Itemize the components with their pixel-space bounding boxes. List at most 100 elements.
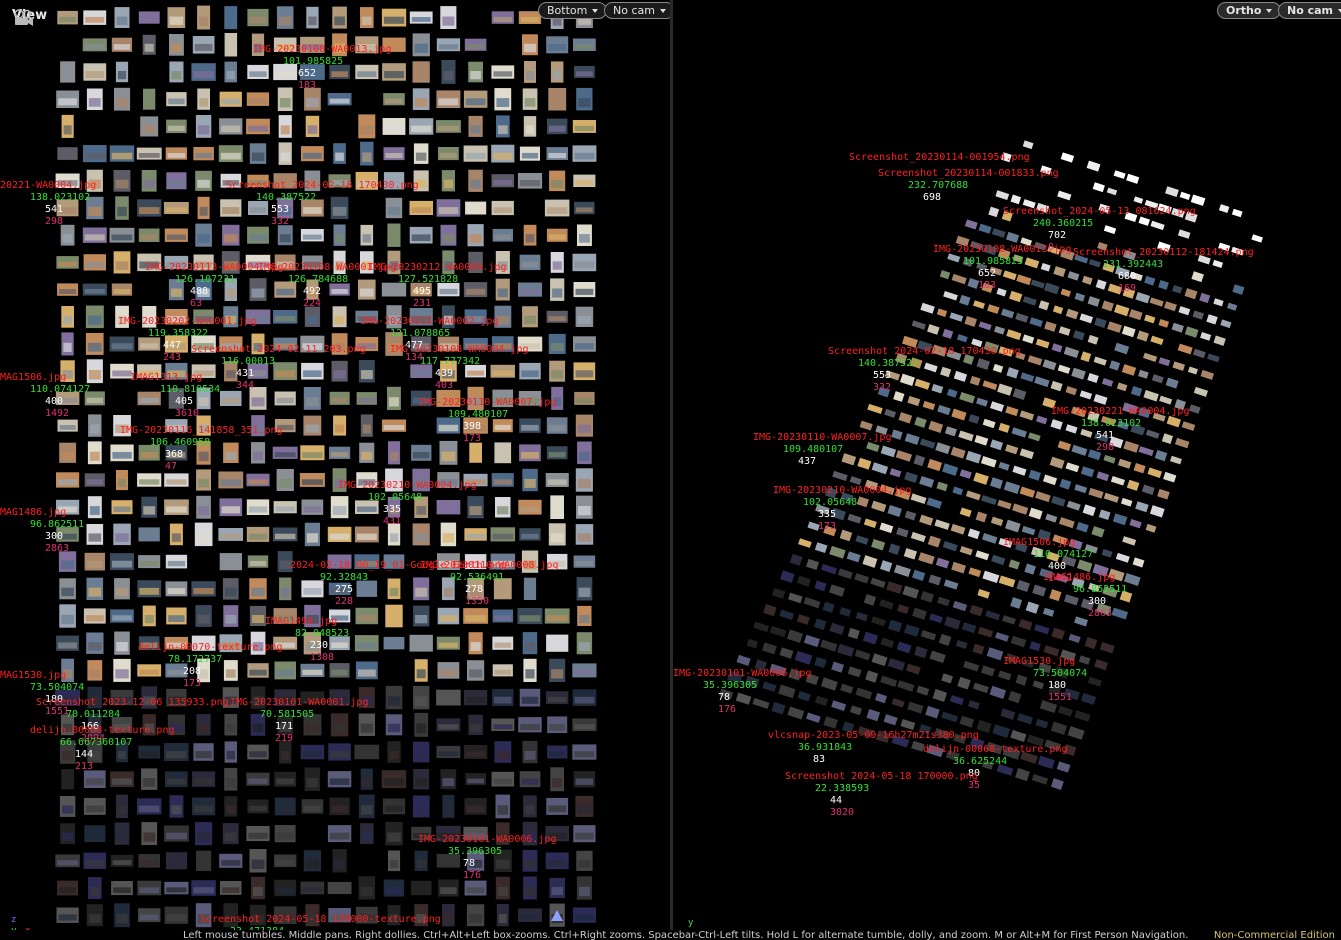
- image-thumbnail[interactable]: [1163, 471, 1177, 483]
- image-thumbnail[interactable]: [138, 854, 160, 868]
- image-thumbnail[interactable]: [1050, 721, 1068, 735]
- image-thumbnail[interactable]: [866, 441, 880, 452]
- image-thumbnail[interactable]: [1045, 513, 1058, 523]
- image-thumbnail[interactable]: [248, 201, 269, 215]
- image-thumbnail[interactable]: [523, 577, 537, 600]
- image-thumbnail[interactable]: [84, 552, 105, 571]
- image-thumbnail[interactable]: [1086, 160, 1101, 172]
- image-thumbnail[interactable]: [82, 227, 107, 243]
- image-thumbnail[interactable]: [354, 635, 379, 652]
- image-thumbnail[interactable]: [1095, 279, 1107, 290]
- image-thumbnail[interactable]: [1192, 310, 1204, 320]
- image-thumbnail[interactable]: [273, 362, 298, 381]
- image-thumbnail[interactable]: [436, 500, 461, 515]
- image-thumbnail[interactable]: [1080, 428, 1093, 438]
- image-thumbnail[interactable]: [976, 397, 988, 407]
- image-thumbnail[interactable]: [837, 643, 855, 657]
- image-thumbnail[interactable]: [951, 408, 967, 421]
- image-thumbnail[interactable]: [1114, 304, 1130, 317]
- image-thumbnail[interactable]: [577, 441, 592, 465]
- image-thumbnail[interactable]: [57, 10, 78, 25]
- image-thumbnail[interactable]: [573, 174, 596, 187]
- image-thumbnail[interactable]: [1015, 312, 1029, 323]
- image-thumbnail[interactable]: [1087, 334, 1099, 345]
- image-thumbnail[interactable]: [1200, 369, 1215, 380]
- image-thumbnail[interactable]: [974, 434, 989, 446]
- image-thumbnail[interactable]: [468, 714, 483, 735]
- image-thumbnail[interactable]: [989, 685, 1007, 700]
- image-thumbnail[interactable]: [57, 419, 78, 432]
- image-thumbnail[interactable]: [957, 676, 971, 690]
- image-thumbnail[interactable]: [906, 663, 921, 675]
- image-thumbnail[interactable]: [548, 333, 566, 354]
- image-thumbnail[interactable]: [220, 199, 242, 217]
- image-thumbnail[interactable]: [490, 364, 516, 378]
- image-thumbnail[interactable]: [304, 522, 320, 547]
- image-thumbnail[interactable]: [301, 799, 324, 814]
- image-thumbnail[interactable]: [517, 173, 543, 189]
- image-thumbnail[interactable]: [465, 773, 486, 786]
- image-thumbnail[interactable]: [949, 312, 964, 322]
- image-thumbnail[interactable]: [522, 468, 538, 492]
- image-thumbnail[interactable]: [222, 823, 239, 845]
- image-thumbnail[interactable]: [837, 568, 853, 580]
- image-thumbnail[interactable]: [358, 713, 375, 737]
- image-thumbnail[interactable]: [381, 8, 407, 27]
- image-thumbnail[interactable]: [522, 850, 538, 872]
- image-thumbnail[interactable]: [87, 660, 103, 681]
- image-thumbnail[interactable]: [941, 711, 959, 723]
- image-thumbnail[interactable]: [887, 657, 906, 671]
- image-thumbnail[interactable]: [1020, 372, 1035, 383]
- image-thumbnail[interactable]: [279, 740, 292, 764]
- image-thumbnail[interactable]: [896, 641, 912, 654]
- image-thumbnail[interactable]: [164, 906, 189, 924]
- image-thumbnail[interactable]: [165, 147, 187, 160]
- image-thumbnail[interactable]: [61, 769, 75, 790]
- image-thumbnail[interactable]: [138, 11, 160, 24]
- image-thumbnail[interactable]: [549, 658, 566, 682]
- image-thumbnail[interactable]: [549, 360, 566, 382]
- image-thumbnail[interactable]: [166, 172, 187, 190]
- image-thumbnail[interactable]: [1101, 548, 1113, 558]
- image-thumbnail[interactable]: [829, 545, 846, 559]
- image-thumbnail[interactable]: [164, 743, 189, 761]
- image-thumbnail[interactable]: [1091, 526, 1105, 538]
- image-thumbnail[interactable]: [164, 881, 189, 895]
- image-thumbnail[interactable]: [57, 880, 78, 896]
- image-thumbnail[interactable]: [110, 771, 134, 787]
- image-thumbnail[interactable]: [972, 682, 989, 694]
- image-thumbnail[interactable]: [109, 336, 135, 352]
- image-thumbnail[interactable]: [83, 10, 107, 25]
- image-thumbnail[interactable]: [468, 632, 483, 655]
- image-thumbnail[interactable]: [546, 634, 569, 652]
- image-thumbnail[interactable]: [1050, 419, 1063, 430]
- image-thumbnail[interactable]: [1022, 140, 1034, 150]
- image-thumbnail[interactable]: [356, 580, 378, 597]
- image-thumbnail[interactable]: [935, 442, 951, 455]
- image-thumbnail[interactable]: [88, 414, 102, 437]
- image-thumbnail[interactable]: [333, 224, 346, 246]
- image-thumbnail[interactable]: [1188, 404, 1201, 414]
- image-thumbnail[interactable]: [903, 624, 920, 637]
- image-thumbnail[interactable]: [959, 294, 971, 306]
- image-thumbnail[interactable]: [1008, 690, 1022, 704]
- image-thumbnail[interactable]: [1053, 266, 1066, 278]
- image-thumbnail[interactable]: [518, 499, 542, 515]
- image-thumbnail[interactable]: [247, 64, 269, 79]
- image-thumbnail[interactable]: [169, 795, 184, 818]
- image-thumbnail[interactable]: [854, 649, 871, 661]
- image-thumbnail[interactable]: [904, 510, 917, 521]
- image-thumbnail[interactable]: [59, 442, 77, 463]
- image-thumbnail[interactable]: [946, 388, 958, 398]
- image-thumbnail[interactable]: [998, 422, 1010, 433]
- image-thumbnail[interactable]: [274, 797, 296, 816]
- image-thumbnail[interactable]: [990, 516, 1004, 527]
- image-thumbnail[interactable]: [359, 442, 375, 463]
- image-thumbnail[interactable]: [919, 475, 935, 488]
- image-thumbnail[interactable]: [356, 392, 377, 405]
- image-thumbnail[interactable]: [888, 543, 901, 555]
- image-thumbnail[interactable]: [847, 627, 860, 640]
- image-thumbnail[interactable]: [778, 684, 796, 699]
- image-thumbnail[interactable]: [986, 647, 1004, 661]
- image-thumbnail[interactable]: [519, 688, 541, 707]
